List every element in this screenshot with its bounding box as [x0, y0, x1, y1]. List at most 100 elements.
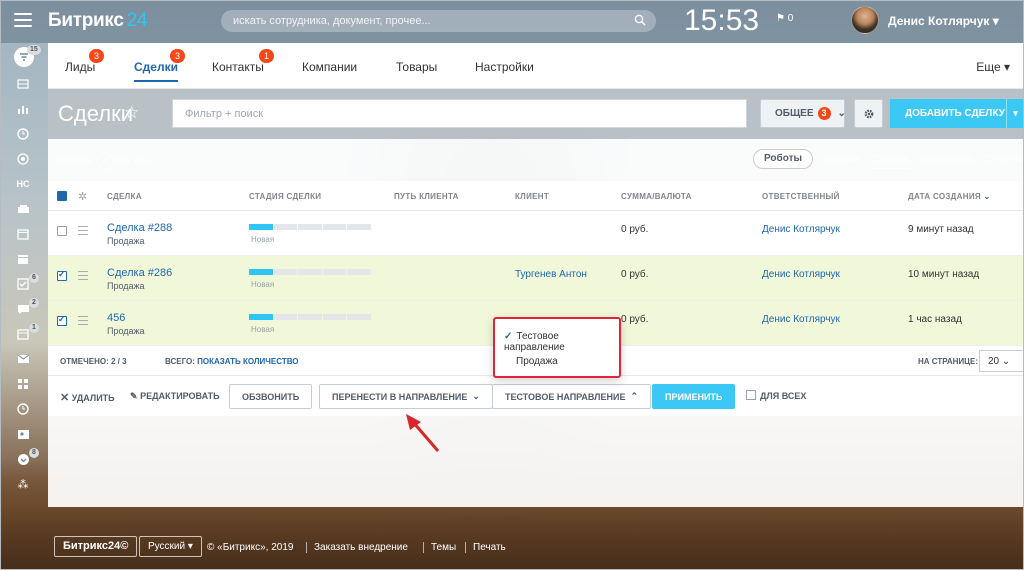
client-link[interactable]: Тургенев Антон — [515, 269, 587, 280]
menu-item-test-direction[interactable]: ✓ Тестовое направление — [504, 331, 619, 353]
contacts-icon[interactable] — [14, 425, 32, 443]
responsible-link[interactable]: Денис Котлярчук — [762, 314, 840, 325]
themes-link[interactable]: Темы — [431, 542, 456, 553]
left-sidebar: 15 HC 6 2 1 8 ⁂ — [0, 43, 46, 543]
columns-gear-icon[interactable]: ✲ — [78, 190, 87, 203]
avatar[interactable] — [851, 6, 879, 34]
view-reports[interactable]: Отчёты — [985, 153, 1023, 165]
deal-link[interactable]: Сделка #286 — [107, 267, 172, 279]
row-menu-icon[interactable] — [78, 271, 88, 280]
tab-settings[interactable]: Настройки — [475, 60, 534, 74]
chevron-down-icon: ⌄ — [837, 108, 846, 119]
col-path[interactable]: ПУТЬ КЛИЕНТА — [394, 192, 459, 201]
sales-icon[interactable] — [14, 200, 32, 218]
edit-action[interactable]: ✎ РЕДАКТИРОВАТЬ — [130, 391, 220, 402]
show-count-link[interactable]: ПОКАЗАТЬ КОЛИЧЕСТВО — [197, 357, 298, 366]
top-header: Битрикс 24 искать сотрудника, документ, п… — [0, 0, 1024, 43]
more-tabs-button[interactable]: Еще ▾ — [976, 60, 1010, 74]
pencil-icon: ✎ — [130, 391, 138, 401]
calendar-badge: 1 — [29, 323, 39, 333]
col-responsible[interactable]: ОТВЕТСТВЕННЫЙ — [762, 192, 840, 201]
leads-badge: 3 — [89, 49, 105, 63]
for-all-label: ДЛЯ ВСЕХ — [760, 391, 807, 401]
tab-deals[interactable]: Сделки 3 — [134, 49, 186, 82]
call-button[interactable]: ОБЗВОНИТЬ — [229, 384, 313, 409]
apps-icon[interactable] — [14, 375, 32, 393]
deal-link[interactable]: 456 — [107, 312, 125, 324]
store-icon[interactable] — [14, 250, 32, 268]
close-icon: ✕ — [60, 392, 70, 404]
menu-icon[interactable] — [14, 13, 32, 27]
order-link[interactable]: Заказать внедрение — [314, 542, 408, 553]
move-direction-select[interactable]: ПЕРЕНЕСТИ В НАПРАВЛЕНИЕ ⌄ — [319, 384, 493, 409]
view-list[interactable]: Список — [872, 153, 909, 169]
general-category-button[interactable]: ОБЩЕЕ 3 ⌄ — [760, 99, 846, 128]
responsible-link[interactable]: Денис Котлярчук — [762, 224, 840, 235]
table-row[interactable]: Сделка #288 Продажа Новая 0 руб. Денис Котля… — [48, 211, 1024, 256]
stage-progress[interactable] — [249, 269, 371, 275]
stage-progress[interactable] — [249, 224, 371, 230]
window-icon[interactable] — [14, 225, 32, 243]
row-menu-icon[interactable] — [78, 226, 88, 235]
add-deal-button[interactable]: ДОБАВИТЬ СДЕЛКУ ▾ — [890, 99, 1024, 128]
deal-link[interactable]: Сделка #288 — [107, 222, 172, 234]
user-menu[interactable]: Денис Котлярчук ▾ — [888, 14, 999, 28]
stage-progress[interactable] — [249, 314, 371, 320]
page-footer: Битрикс24© Русский ▾ © «Битрикс», 2019 З… — [48, 530, 1024, 564]
clock-icon[interactable] — [14, 125, 32, 143]
flag-counter[interactable]: ⚑ 0 — [776, 13, 793, 24]
col-client[interactable]: КЛИЕНТ — [515, 192, 549, 201]
view-kanban[interactable]: Канбан — [824, 153, 861, 165]
bitrix24-badge[interactable]: Битрикс24© — [54, 536, 138, 557]
row-checkbox[interactable] — [57, 269, 67, 281]
view-calendar[interactable]: Календарь — [920, 153, 976, 165]
search-icon[interactable] — [634, 14, 646, 26]
search-input[interactable]: искать сотрудника, документ, прочее... — [221, 10, 656, 32]
target-icon[interactable] — [14, 150, 32, 168]
direction-select[interactable]: ТЕСТОВОЕ НАПРАВЛЕНИЕ ⌃ — [492, 384, 652, 409]
responsible-link[interactable]: Денис Котлярчук — [762, 269, 840, 280]
stage-label: Новая — [251, 235, 275, 244]
view-switcher: Сделки: 3 без дел Роботы Канбан Список Кал… — [48, 143, 1024, 173]
language-select[interactable]: Русский ▾ — [139, 536, 202, 557]
bot-badge: 8 — [29, 448, 39, 458]
check-icon: ✓ — [504, 331, 513, 342]
print-link[interactable]: Печать — [473, 542, 506, 553]
settings-gear-button[interactable] — [854, 99, 883, 128]
delete-action[interactable]: ✕ УДАЛИТЬ — [60, 391, 115, 404]
deal-category: Продажа — [107, 326, 145, 336]
tab-contacts[interactable]: Контакты 1 — [212, 49, 275, 74]
add-deal-dropdown[interactable]: ▾ — [1006, 99, 1024, 128]
col-deal[interactable]: СДЕЛКА — [107, 192, 142, 201]
tab-companies[interactable]: Компании — [302, 60, 357, 74]
row-checkbox[interactable] — [57, 226, 67, 236]
for-all-checkbox[interactable] — [746, 390, 756, 400]
inbox-icon[interactable] — [14, 75, 32, 93]
sort-chevron-icon: ⌄ — [983, 192, 991, 201]
chart-icon[interactable] — [14, 100, 32, 118]
star-icon[interactable]: ☆ — [124, 103, 139, 123]
direction-dropdown-menu: ✓ Тестовое направление Продажа — [493, 317, 621, 378]
col-stage[interactable]: СТАДИЯ СДЕЛКИ — [249, 192, 321, 201]
tab-products[interactable]: Товары — [396, 60, 437, 74]
general-count-badge: 3 — [817, 107, 831, 120]
table-row[interactable]: Сделка #286 Продажа Новая Тургенев Антон 0 р… — [48, 256, 1024, 301]
row-menu-icon[interactable] — [78, 316, 88, 325]
filter-search-input[interactable]: Фильтр + поиск — [172, 99, 747, 128]
col-created[interactable]: ДАТА СОЗДАНИЯ ⌄ — [908, 192, 990, 201]
time-icon[interactable] — [14, 400, 32, 418]
select-all-checkbox[interactable] — [57, 189, 67, 201]
hc-icon[interactable]: HC — [14, 175, 32, 193]
clock[interactable]: 15:53 — [684, 4, 759, 38]
row-checkbox[interactable] — [57, 314, 67, 326]
robots-button[interactable]: Роботы — [753, 149, 814, 169]
per-page-select[interactable]: 20 ⌄ — [979, 350, 1024, 372]
mail-icon[interactable] — [14, 350, 32, 368]
menu-item-sale[interactable]: Продажа — [516, 356, 558, 367]
tab-leads[interactable]: Лиды 3 — [65, 49, 105, 74]
apply-button[interactable]: ПРИМЕНИТЬ — [652, 384, 736, 409]
network-icon[interactable]: ⁂ — [14, 475, 32, 493]
feed-badge: 15 — [27, 45, 41, 55]
logo[interactable]: Битрикс 24 — [48, 10, 147, 32]
col-sum[interactable]: СУММА/ВАЛЮТА — [621, 192, 692, 201]
